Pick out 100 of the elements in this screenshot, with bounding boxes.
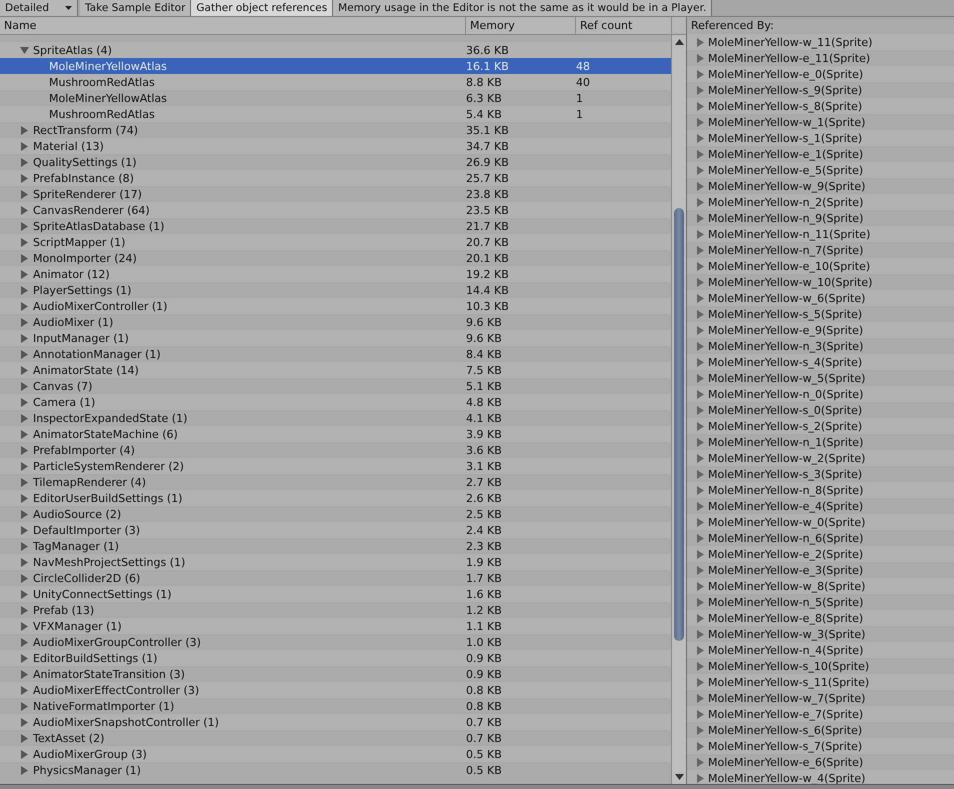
toolbar-button[interactable]: Take Sample Editor [80, 0, 192, 16]
expand-arrow-icon[interactable] [20, 142, 29, 150]
reference-row[interactable]: MoleMinerYellow-e_7(Sprite) [687, 706, 954, 722]
tree-row[interactable]: AudioMixerController (1) 10.3 KB [0, 298, 671, 314]
tree-row[interactable]: ParticleSystemRenderer (2) 3.1 KB [0, 458, 671, 474]
tree-row[interactable]: Material (13) 34.7 KB [0, 138, 671, 154]
tree-row[interactable]: ScriptMapper (1) 20.7 KB [0, 234, 671, 250]
tree-row[interactable]: EditorUserBuildSettings (1) 2.6 KB [0, 490, 671, 506]
tree-row[interactable]: AudioMixerSnapshotController (1) 0.7 KB [0, 714, 671, 730]
expand-arrow-icon[interactable] [20, 638, 29, 646]
reference-row[interactable]: MoleMinerYellow-e_9(Sprite) [687, 322, 954, 338]
expand-arrow-icon[interactable] [20, 254, 29, 262]
tree-row[interactable]: UnityConnectSettings (1) 1.6 KB [0, 586, 671, 602]
reference-row[interactable]: MoleMinerYellow-w_2(Sprite) [687, 450, 954, 466]
tree-row[interactable]: DefaultImporter (3) 2.4 KB [0, 522, 671, 538]
expand-arrow-icon[interactable] [20, 670, 29, 678]
reference-row[interactable]: MoleMinerYellow-w_11(Sprite) [687, 34, 954, 50]
expand-arrow-icon[interactable] [20, 126, 29, 134]
expand-arrow-icon[interactable] [20, 190, 29, 198]
reference-row[interactable]: MoleMinerYellow-s_7(Sprite) [687, 738, 954, 754]
expand-arrow-icon[interactable] [20, 222, 29, 230]
scroll-up-icon[interactable] [674, 39, 684, 45]
expand-arrow-icon[interactable] [20, 478, 29, 486]
expand-arrow-icon[interactable] [20, 462, 29, 470]
expand-arrow-icon[interactable] [20, 622, 29, 630]
tree-row[interactable]: EditorBuildSettings (1) 0.9 KB [0, 650, 671, 666]
expand-arrow-icon[interactable] [20, 446, 29, 454]
tree-row[interactable]: MoleMinerYellowAtlas 16.1 KB 48 [0, 58, 671, 74]
expand-arrow-icon[interactable] [20, 750, 29, 758]
expand-arrow-icon[interactable] [20, 766, 29, 774]
expand-arrow-icon[interactable] [20, 318, 29, 326]
reference-row[interactable]: MoleMinerYellow-n_11(Sprite) [687, 226, 954, 242]
tree-row[interactable]: VFXManager (1) 1.1 KB [0, 618, 671, 634]
expand-arrow-icon[interactable] [20, 606, 29, 614]
reference-row[interactable]: MoleMinerYellow-n_4(Sprite) [687, 642, 954, 658]
expand-arrow-icon[interactable] [20, 398, 29, 406]
reference-row[interactable]: MoleMinerYellow-w_6(Sprite) [687, 290, 954, 306]
tree-row[interactable]: InputManager (1) 9.6 KB [0, 330, 671, 346]
reference-row[interactable]: MoleMinerYellow-e_8(Sprite) [687, 610, 954, 626]
reference-row[interactable]: MoleMinerYellow-w_8(Sprite) [687, 578, 954, 594]
expand-arrow-icon[interactable] [20, 574, 29, 582]
reference-row[interactable]: MoleMinerYellow-n_8(Sprite) [687, 482, 954, 498]
reference-row[interactable]: MoleMinerYellow-s_4(Sprite) [687, 354, 954, 370]
expand-arrow-icon[interactable] [20, 494, 29, 502]
scroll-thumb[interactable] [674, 208, 684, 641]
reference-row[interactable]: MoleMinerYellow-n_2(Sprite) [687, 194, 954, 210]
expand-arrow-icon[interactable] [20, 350, 29, 358]
tree-row[interactable]: PrefabInstance (8) 25.7 KB [0, 170, 671, 186]
reference-row[interactable]: MoleMinerYellow-w_0(Sprite) [687, 514, 954, 530]
tree-row[interactable]: AnimatorStateMachine (6) 3.9 KB [0, 426, 671, 442]
expand-arrow-icon[interactable] [20, 526, 29, 534]
reference-row[interactable]: MoleMinerYellow-e_10(Sprite) [687, 258, 954, 274]
tree-row[interactable]: NavMeshProjectSettings (1) 1.9 KB [0, 554, 671, 570]
expand-arrow-icon[interactable] [20, 686, 29, 694]
reference-row[interactable]: MoleMinerYellow-e_5(Sprite) [687, 162, 954, 178]
expand-arrow-icon[interactable] [20, 430, 29, 438]
expand-arrow-icon[interactable] [20, 542, 29, 550]
expand-arrow-icon[interactable] [20, 414, 29, 422]
expand-arrow-icon[interactable] [20, 558, 29, 566]
reference-row[interactable]: MoleMinerYellow-s_8(Sprite) [687, 98, 954, 114]
expand-arrow-icon[interactable] [20, 734, 29, 742]
column-header[interactable]: Name [0, 17, 466, 34]
toolbar-button[interactable]: Gather object references [191, 0, 334, 16]
expand-arrow-icon[interactable] [20, 174, 29, 182]
tree-row[interactable]: AudioMixerGroup (3) 0.5 KB [0, 746, 671, 762]
expand-arrow-icon[interactable] [20, 270, 29, 278]
column-header[interactable]: Ref count [576, 17, 672, 34]
expand-arrow-icon[interactable] [20, 654, 29, 662]
scroll-down-icon[interactable] [674, 774, 684, 780]
expand-arrow-icon[interactable] [20, 590, 29, 598]
tree-row[interactable]: AnimatorState (14) 7.5 KB [0, 362, 671, 378]
expand-arrow-icon[interactable] [20, 286, 29, 294]
collapse-arrow-icon[interactable] [20, 46, 29, 54]
reference-row[interactable]: MoleMinerYellow-e_2(Sprite) [687, 546, 954, 562]
scrollbar[interactable] [671, 35, 686, 784]
expand-arrow-icon[interactable] [20, 206, 29, 214]
expand-arrow-icon[interactable] [20, 302, 29, 310]
reference-row[interactable]: MoleMinerYellow-s_1(Sprite) [687, 130, 954, 146]
tree-row[interactable]: SpriteAtlas (4) 36.6 KB [0, 42, 671, 58]
tree-row[interactable]: Camera (1) 4.8 KB [0, 394, 671, 410]
expand-arrow-icon[interactable] [20, 382, 29, 390]
tree-row[interactable]: Animator (12) 19.2 KB [0, 266, 671, 282]
tree-row[interactable]: MushroomRedAtlas 8.8 KB 40 [0, 74, 671, 90]
reference-row[interactable]: MoleMinerYellow-s_2(Sprite) [687, 418, 954, 434]
view-dropdown[interactable]: Detailed [0, 0, 78, 16]
reference-row[interactable]: MoleMinerYellow-s_11(Sprite) [687, 674, 954, 690]
tree-row[interactable]: MushroomRedAtlas 5.4 KB 1 [0, 106, 671, 122]
reference-row[interactable]: MoleMinerYellow-n_0(Sprite) [687, 386, 954, 402]
tree-row[interactable]: AudioMixerEffectController (3) 0.8 KB [0, 682, 671, 698]
expand-arrow-icon[interactable] [20, 238, 29, 246]
column-header[interactable]: Memory [466, 17, 576, 34]
expand-arrow-icon[interactable] [20, 334, 29, 342]
reference-row[interactable]: MoleMinerYellow-e_0(Sprite) [687, 66, 954, 82]
expand-arrow-icon[interactable] [20, 158, 29, 166]
reference-row[interactable]: MoleMinerYellow-w_4(Sprite) [687, 770, 954, 784]
expand-arrow-icon[interactable] [20, 510, 29, 518]
expand-arrow-icon[interactable] [20, 718, 29, 726]
expand-arrow-icon[interactable] [20, 366, 29, 374]
tree-row[interactable]: CanvasRenderer (64) 23.5 KB [0, 202, 671, 218]
expand-arrow-icon[interactable] [20, 702, 29, 710]
